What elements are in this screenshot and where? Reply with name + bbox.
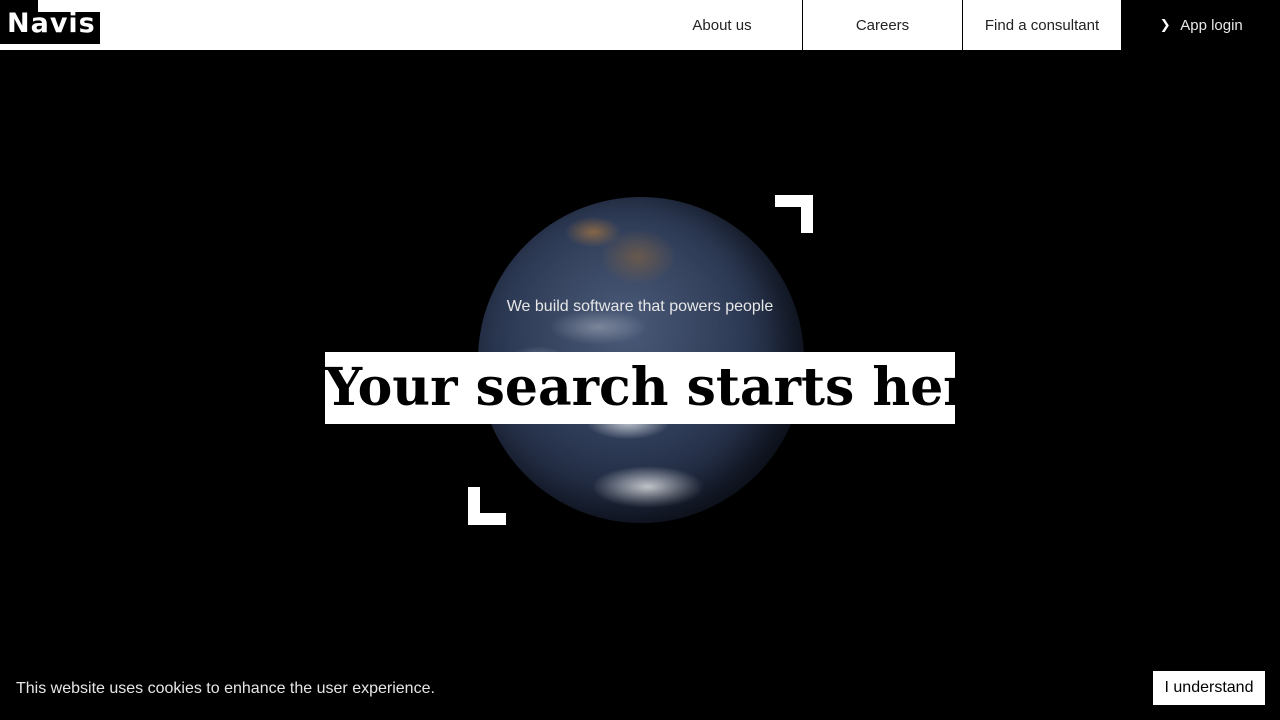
cookie-message: This website uses cookies to enhance the… [16, 680, 435, 697]
hero-tagline: We build software that powers people [506, 298, 774, 315]
navis-logo[interactable]: Navis [0, 0, 100, 44]
hero-headline: Your search starts here [325, 352, 955, 424]
site-header: Navis About us Careers Find a consultant… [0, 0, 1280, 50]
nav-careers[interactable]: Careers [802, 0, 962, 50]
cookie-accept-button[interactable]: I understand [1153, 671, 1265, 705]
app-login-label: App login [1180, 16, 1243, 34]
app-login-button[interactable]: ❯ App login [1121, 0, 1280, 50]
nav-about-us[interactable]: About us [642, 0, 802, 50]
hero-section: We build software that powers people You… [0, 50, 1280, 660]
chevron-right-icon: ❯ [1159, 17, 1171, 32]
logo-text: Navis [7, 8, 96, 39]
cookie-banner: This website uses cookies to enhance the… [0, 660, 1280, 720]
corner-bracket-bottom-left [468, 487, 506, 525]
nav-find-a-consultant[interactable]: Find a consultant [962, 0, 1121, 50]
corner-bracket-top-right [775, 195, 813, 233]
